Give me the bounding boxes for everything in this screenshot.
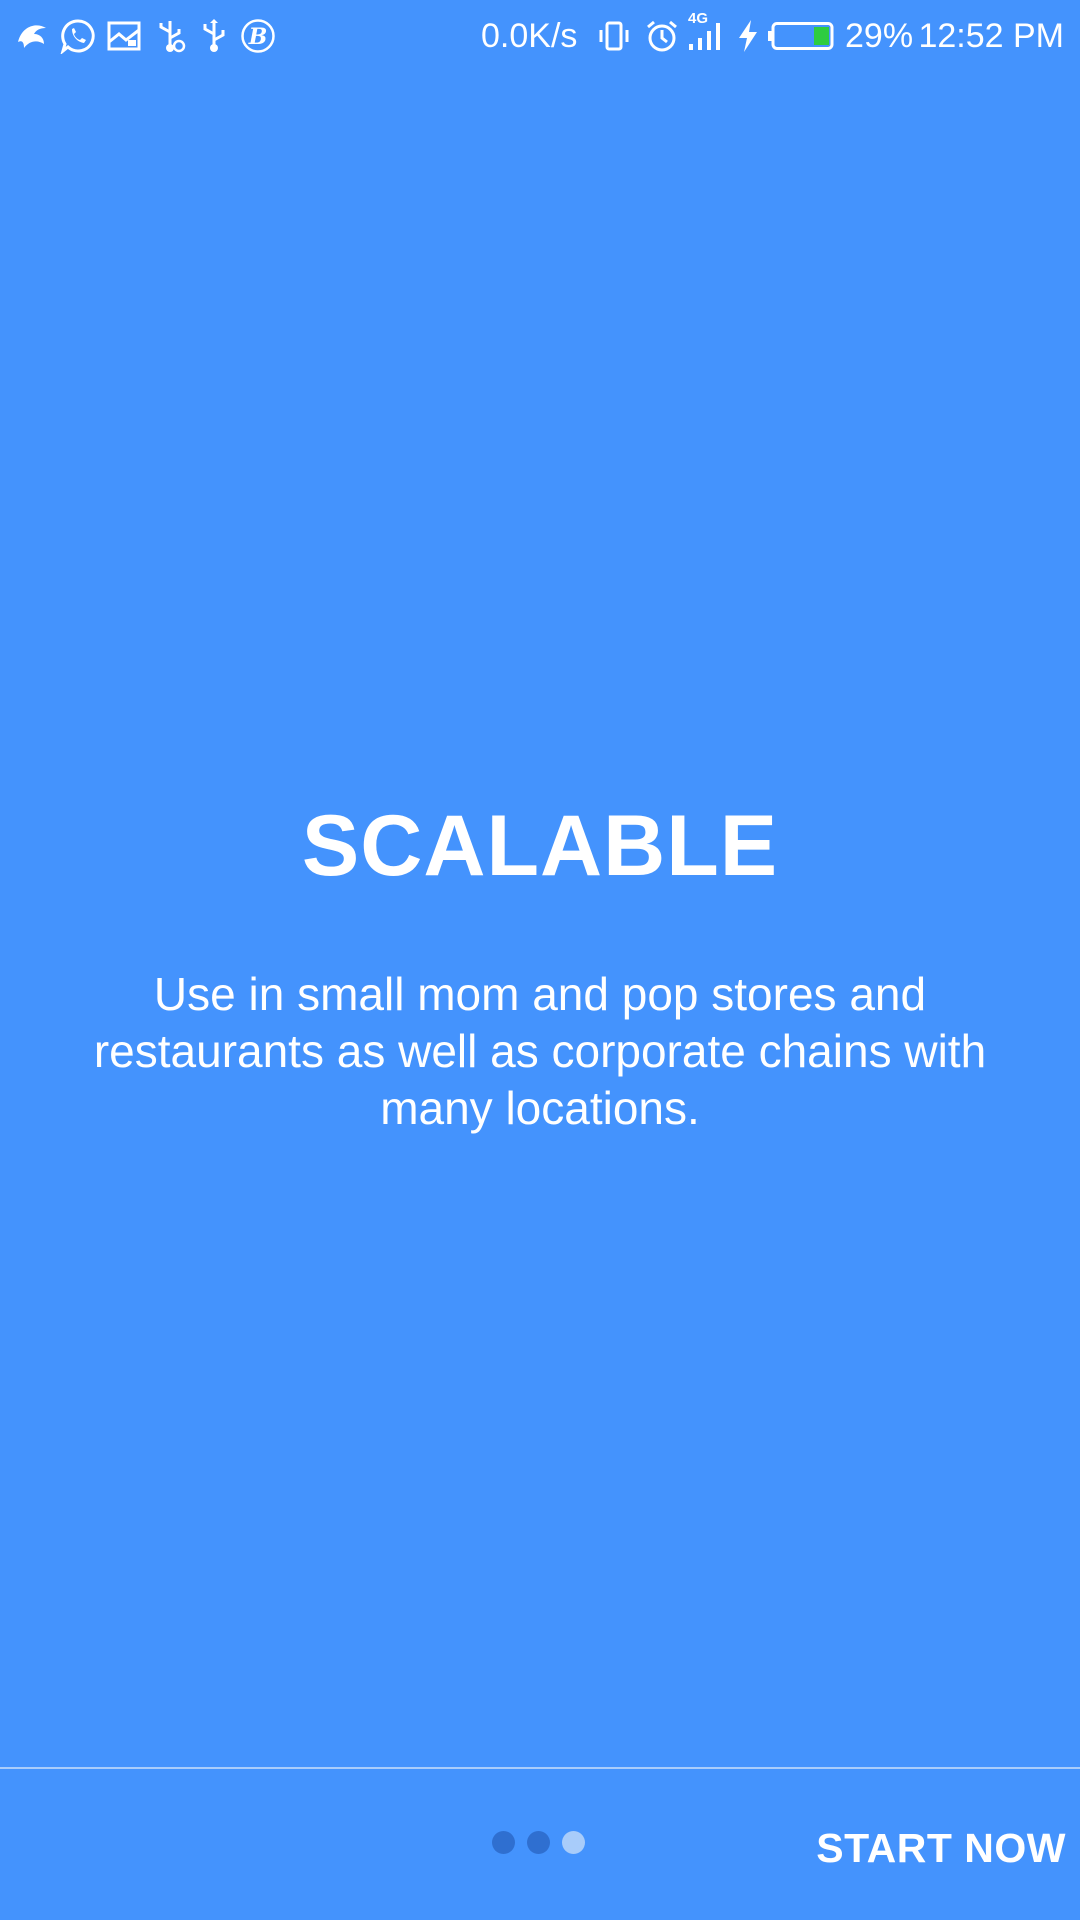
gallery-icon: [106, 18, 142, 54]
page-dot[interactable]: [527, 1831, 550, 1854]
signal-icon: [686, 18, 722, 54]
b-app-icon: B: [240, 18, 276, 54]
battery-level-fill: [814, 27, 829, 45]
whatsapp-icon: [60, 18, 96, 54]
battery-icon: [768, 22, 834, 50]
vibrate-icon: [596, 18, 632, 54]
status-clock: 12:52 PM: [918, 17, 1064, 55]
status-bar: B 0.0K/s 4G 29% 12:52 PM: [0, 0, 1080, 72]
page-dot[interactable]: [562, 1831, 585, 1854]
bird-app-icon: [14, 18, 50, 54]
bottom-divider: [0, 1767, 1080, 1769]
alarm-icon: [644, 18, 680, 54]
slide-title: SCALABLE: [301, 798, 779, 894]
network-speed: 0.0K/s: [481, 17, 578, 55]
svg-text:B: B: [248, 24, 268, 50]
usb-icon: [196, 18, 232, 54]
slide-description: Use in small mom and pop stores and rest…: [93, 968, 987, 1134]
page-dot[interactable]: [492, 1831, 515, 1854]
battery-percentage: 29%: [845, 17, 914, 55]
page-indicator: [492, 1831, 585, 1855]
charging-icon: [730, 18, 766, 54]
start-now-button[interactable]: START NOW: [816, 1818, 1066, 1878]
usb-debug-icon: [152, 18, 188, 54]
